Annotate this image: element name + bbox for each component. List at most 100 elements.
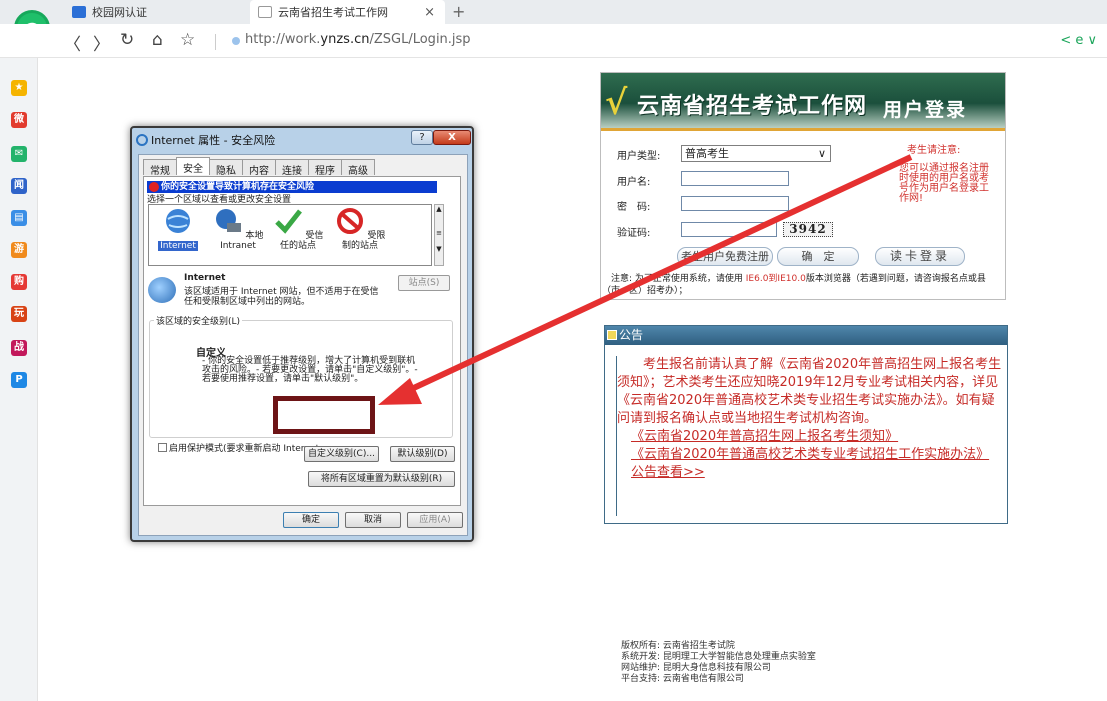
tab-campus-auth[interactable]: 校园网认证: [64, 0, 239, 24]
close-button[interactable]: X: [433, 130, 471, 145]
home-icon[interactable]: ⌂: [152, 30, 163, 50]
warning-text: 你的安全设置导致计算机存在安全风险: [161, 182, 315, 192]
sites-button[interactable]: 站点(S): [398, 275, 450, 291]
user-type-value: 普高考生: [685, 147, 729, 160]
security-panel: 你的安全设置导致计算机存在安全风险 选择一个区域以查看或更改安全设置 Inter…: [143, 176, 461, 506]
zone-scrollbar[interactable]: ▲ ≡ ▼: [434, 204, 444, 266]
warning-icon: [149, 182, 159, 192]
checkbox-label: 启用保护模式(要求重新启动 Internet: [169, 444, 320, 454]
confirm-button[interactable]: 确 定: [777, 247, 859, 266]
default-level-button[interactable]: 默认级别(D): [390, 446, 455, 462]
tab-favicon-icon: [72, 6, 86, 18]
url-prefix: http://work.: [245, 32, 321, 47]
restricted-icon: [336, 208, 363, 234]
url-domain: ynzs.cn: [320, 32, 370, 47]
checkbox-box: [158, 443, 167, 452]
weibo-icon[interactable]: 微: [11, 112, 27, 128]
tab-ynzs[interactable]: 云南省招生考试工作网 ×: [250, 0, 445, 24]
captcha-input[interactable]: [681, 222, 777, 237]
ie-icon: [136, 134, 148, 146]
announcement-link[interactable]: 《云南省2020年普高招生网上报名考生须知》: [617, 428, 1002, 446]
page-icon: [258, 6, 272, 18]
bookmark-star-icon[interactable]: ☆: [180, 30, 195, 50]
cancel-button[interactable]: 取消: [345, 512, 401, 528]
protected-mode-checkbox[interactable]: 启用保护模式(要求重新启动 Internet: [158, 443, 319, 454]
announcement-link[interactable]: 《云南省2020年普通高校艺术类专业考试招生工作实施办法》: [617, 446, 1002, 464]
password-label: 密 码:: [617, 202, 651, 213]
card-login-button[interactable]: 读卡登录: [875, 247, 965, 266]
zone-info-title: Internet: [184, 273, 226, 283]
close-tab-icon[interactable]: ×: [424, 5, 435, 20]
tab-label: 云南省招生考试工作网: [278, 6, 388, 19]
footer-line: 版权所有: 云南省招生考试院: [621, 641, 735, 651]
notes-icon[interactable]: ▤: [11, 210, 27, 226]
register-button[interactable]: 考生用户免费注册: [677, 247, 773, 266]
dialog-title: Internet 属性 - 安全风险: [136, 132, 275, 148]
tool-icon[interactable]: P: [11, 372, 27, 388]
custom-level-button[interactable]: 自定义级别(C)...: [304, 446, 379, 462]
captcha-label: 验证码:: [617, 228, 651, 239]
view-announcements-link[interactable]: 公告查看>>: [617, 464, 1002, 482]
zone-list: Internet 本地 Intranet 受信任的站点 受限制的站点: [148, 204, 432, 266]
tab-security[interactable]: 安全: [176, 157, 210, 175]
tab-privacy[interactable]: 隐私: [209, 159, 243, 177]
zone-label: Internet: [158, 241, 198, 251]
reset-zones-button[interactable]: 将所有区域重置为默认级别(R): [308, 471, 455, 487]
tab-general[interactable]: 常规: [143, 159, 177, 177]
login-panel: √ 云南省招生考试工作网 用户登录 用户类型: 普高考生 ∨ 用户名: 密 码:…: [600, 72, 1006, 300]
user-type-select[interactable]: 普高考生 ∨: [681, 145, 831, 162]
dialog-tabs: 常规 安全 隐私 内容 连接 程序 高级: [143, 157, 375, 177]
announcement-title: 公告: [619, 328, 644, 342]
tab-connections[interactable]: 连接: [275, 159, 309, 177]
back-icon[interactable]: 〈: [64, 30, 81, 55]
internet-properties-dialog: Internet 属性 - 安全风险 ? X 常规 安全 隐私 内容 连接 程序…: [130, 126, 474, 542]
tab-content[interactable]: 内容: [242, 159, 276, 177]
username-input[interactable]: [681, 171, 789, 186]
zone-intranet[interactable]: 本地 Intranet: [209, 207, 267, 251]
zone-restricted[interactable]: 受限制的站点: [331, 207, 389, 251]
help-button[interactable]: ?: [411, 130, 433, 145]
share-menu-icon[interactable]: < e ∨: [1060, 33, 1097, 48]
mail-icon[interactable]: ✉: [11, 146, 27, 162]
browser-notice: 注意: 为了正常使用系统，请使用 IE6.0到IE10.0版本浏览器（若遇到问题…: [602, 273, 1004, 297]
reload-icon[interactable]: ↻: [120, 30, 134, 50]
footer-line: 平台支持: 云南省电信有限公司: [621, 674, 744, 684]
game-icon[interactable]: 游: [11, 242, 27, 258]
news-icon[interactable]: 闻: [11, 178, 27, 194]
security-level-desc: - 你的安全设置低于推荐级别，增大了计算机受到联机攻击的风险。- 若要更改设置，…: [202, 356, 418, 384]
url-input[interactable]: http://work.ynzs.cn/ZSGL/Login.jsp: [245, 32, 471, 47]
divider: [215, 34, 216, 50]
side-note: 您可以通过报名注册时使用的用户名或考号作为用户名登录工作网!: [899, 163, 989, 204]
banner-subtitle: 用户登录: [883, 99, 968, 121]
apply-button[interactable]: 应用(A): [407, 512, 463, 528]
footer-line: 系统开发: 昆明理工大学智能信息处理重点实验室: [621, 652, 816, 662]
ok-button[interactable]: 确定: [283, 512, 339, 528]
password-input[interactable]: [681, 196, 789, 211]
new-tab-icon[interactable]: +: [452, 2, 465, 21]
url-path: /ZSGL/Login.jsp: [369, 32, 471, 47]
site-info-icon[interactable]: [232, 37, 240, 45]
captcha-image[interactable]: 3942: [783, 222, 833, 237]
trusted-check-icon: [274, 209, 302, 234]
announcement-body: 考生报名前请认真了解《云南省2020年普高招生网上报名考生须知》；艺术类考生还应…: [616, 356, 1002, 516]
app-icon[interactable]: 购: [11, 274, 27, 290]
dialog-body: 常规 安全 隐私 内容 连接 程序 高级 你的安全设置导致计算机存在安全风险 选…: [138, 154, 468, 536]
tab-programs[interactable]: 程序: [308, 159, 342, 177]
address-bar: 〈 〉 ↻ ⌂ ☆ http://work.ynzs.cn/ZSGL/Login…: [0, 24, 1107, 58]
username-label: 用户名:: [617, 177, 651, 188]
star-icon[interactable]: ★: [11, 80, 27, 96]
site-footer: 版权所有: 云南省招生考试院 系统开发: 昆明理工大学智能信息处理重点实验室 网…: [621, 641, 816, 685]
forward-icon[interactable]: 〉: [93, 30, 110, 55]
chevron-down-icon: ∨: [817, 147, 826, 160]
tab-advanced[interactable]: 高级: [341, 159, 375, 177]
zone-trusted[interactable]: 受信任的站点: [269, 207, 327, 251]
tab-label: 校园网认证: [92, 6, 147, 19]
game3-icon[interactable]: 战: [11, 340, 27, 356]
game2-icon[interactable]: 玩: [11, 306, 27, 322]
zone-internet[interactable]: Internet: [149, 207, 207, 251]
zone-info: 该区域适用于 Internet 网站，但不适用于在受信任和受限制区域中列出的网站…: [184, 287, 379, 307]
announcement-icon: [607, 330, 617, 340]
zone-globe-icon: [148, 277, 176, 303]
globe-icon: [166, 209, 190, 233]
notice-highlight: IE6.0到IE10.0: [745, 274, 806, 284]
